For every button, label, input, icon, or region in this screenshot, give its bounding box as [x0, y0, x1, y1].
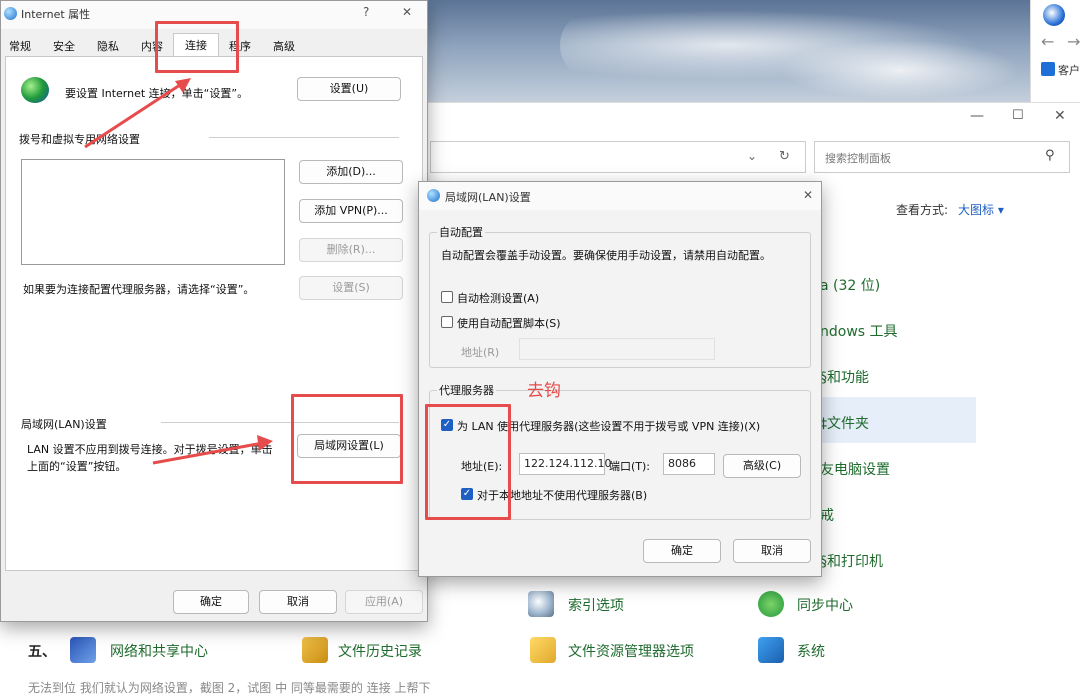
- minimize-icon[interactable]: —: [970, 108, 984, 124]
- search-placeholder: 搜索控制面板: [825, 152, 891, 165]
- cp-item-partial-6[interactable]: 戒: [820, 505, 834, 525]
- article-text-bottom: 无法到位 我们就认为网络设置，截图 2，试图 中 同等最需要的 连接 上帮下: [28, 681, 431, 695]
- cp-item-partial-2[interactable]: ndows 工具: [820, 321, 898, 341]
- auto-config-desc: 自动配置会覆盖手动设置。要确保使用手动设置，请禁用自动配置。: [441, 249, 771, 262]
- cp-item-file-history[interactable]: 文件历史记录: [338, 641, 422, 661]
- forward-arrow-icon[interactable]: →: [1067, 32, 1080, 51]
- network-icon: [70, 637, 96, 663]
- annotation-text: 去钩: [527, 381, 561, 401]
- ok-button[interactable]: 确定: [643, 539, 721, 563]
- annotation-arrow-1: [84, 81, 184, 149]
- internet-globe-icon: [427, 189, 440, 202]
- cancel-button[interactable]: 取消: [733, 539, 811, 563]
- cp-item-system[interactable]: 系统: [797, 641, 825, 661]
- annotation-box-proxy-checkboxes: [425, 404, 511, 520]
- cp-item-partial-5[interactable]: 友电脑设置: [820, 459, 890, 479]
- annotation-arrow-2: [152, 441, 264, 465]
- file-history-icon: [302, 637, 328, 663]
- cp-item-network-sharing[interactable]: 网络和共享中心: [110, 641, 208, 661]
- close-icon[interactable]: ✕: [1054, 108, 1066, 124]
- cp-item-partial-3[interactable]: §和功能: [820, 367, 869, 387]
- auto-script-label[interactable]: 使用自动配置脚本(S): [457, 315, 561, 331]
- proxy-address-input[interactable]: 122.124.112.10: [519, 453, 611, 475]
- address-bar[interactable]: ⌄ ↻: [430, 141, 806, 173]
- lan-settings-dialog: 局域网(LAN)设置 ✕ 自动配置 自动配置会覆盖手动设置。要确保使用手动设置，…: [418, 181, 822, 577]
- cp-item-partial-1[interactable]: a (32 位): [820, 275, 880, 295]
- client-label[interactable]: 客户: [1058, 62, 1080, 78]
- cp-item-indexing[interactable]: 索引选项: [568, 595, 624, 615]
- chevron-down-icon[interactable]: ⌄: [747, 149, 757, 163]
- auto-config-title: 自动配置: [437, 224, 485, 240]
- back-arrow-icon[interactable]: ←: [1041, 32, 1054, 51]
- browser-logo-icon: [1043, 4, 1065, 26]
- proxy-port-label: 端口(T):: [609, 460, 651, 473]
- close-icon[interactable]: ✕: [803, 188, 813, 202]
- proxy-section-title: 代理服务器: [437, 382, 496, 398]
- view-by-label: 查看方式:: [896, 203, 949, 217]
- folder-options-icon: [530, 637, 556, 663]
- sync-icon: [758, 591, 784, 617]
- cp-item-explorer-options[interactable]: 文件资源管理器选项: [568, 641, 694, 661]
- script-address-input[interactable]: [519, 338, 715, 360]
- cp-item-sync-center[interactable]: 同步中心: [797, 595, 853, 615]
- dialog-title: 局域网(LAN)设置: [445, 191, 531, 204]
- refresh-icon[interactable]: ↻: [779, 149, 790, 164]
- view-by-dropdown[interactable]: 大图标 ▾: [958, 201, 1004, 218]
- proxy-port-input[interactable]: 8086: [663, 453, 715, 475]
- internet-properties-dialog: Internet 属性 ? ✕ 常规 安全 隐私 内容 连接 程序 高级 要设置…: [0, 0, 428, 622]
- auto-detect-label[interactable]: 自动检测设置(A): [457, 290, 539, 306]
- cp-item-partial-4[interactable]: ‡文件夹: [820, 413, 869, 433]
- annotation-arrows: [84, 78, 273, 465]
- magnifier-icon: [528, 591, 554, 617]
- annotation-arrowhead-2: [257, 435, 273, 451]
- auto-detect-checkbox[interactable]: [441, 291, 453, 303]
- browser-window-edge: ← → 客户: [1030, 0, 1080, 102]
- advanced-button[interactable]: 高级(C): [723, 454, 801, 478]
- script-address-label: 地址(R): [461, 346, 500, 359]
- auto-script-checkbox[interactable]: [441, 316, 453, 328]
- article-text-fragment: 五、: [28, 644, 56, 660]
- search-icon[interactable]: ⚲: [1045, 148, 1055, 163]
- system-icon: [758, 637, 784, 663]
- maximize-icon[interactable]: ☐: [1012, 108, 1024, 123]
- cp-item-partial-7[interactable]: §和打印机: [820, 551, 883, 571]
- search-input[interactable]: 搜索控制面板 ⚲: [814, 141, 1070, 173]
- client-icon: [1041, 62, 1055, 76]
